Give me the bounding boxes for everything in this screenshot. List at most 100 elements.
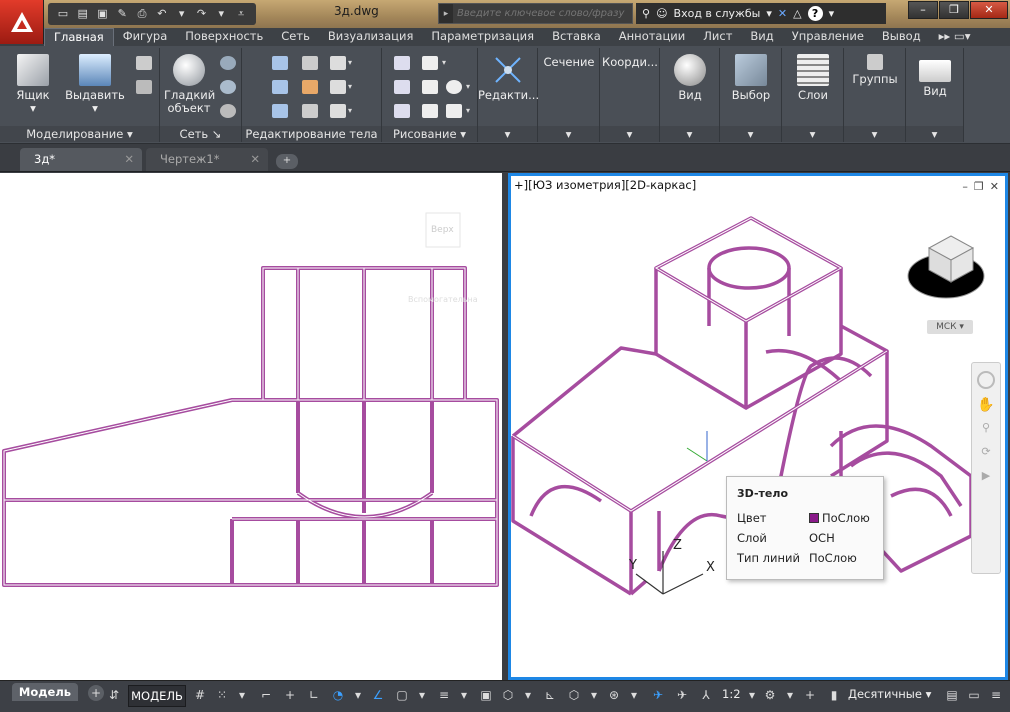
workspace-icon[interactable]: ⚙ [762,687,778,703]
signin-button[interactable]: Вход в службы [674,7,761,20]
union-icon[interactable] [272,56,288,70]
panel-coordinates[interactable]: Коорди... ▾ [600,48,660,142]
tab-manage[interactable]: Управление [783,28,873,46]
tab-shape[interactable]: Фигура [114,28,177,46]
gizmo-status-icon[interactable]: ⊛ [606,687,622,703]
selection-cycling-icon[interactable]: ⬡ [500,687,516,703]
osnap-dropdown-icon[interactable]: ▾ [414,687,430,703]
infer-icon[interactable]: ⌐ [258,687,274,703]
close-icon[interactable]: ✕ [970,1,1008,19]
panel-layers[interactable]: Слои ▾ [782,48,844,142]
annotation-scale-icon[interactable]: ⅄ [698,687,714,703]
open-icon[interactable]: ▤ [74,6,92,22]
tab-surface[interactable]: Поверхность [176,28,272,46]
polar-dropdown-icon[interactable]: ▾ [350,687,366,703]
subtract-icon[interactable] [272,80,288,94]
solid-edit-panel-label[interactable]: Редактирование тела ▾ [242,126,381,157]
arc-dropdown-icon[interactable]: ▾ [442,58,446,67]
tab-insert[interactable]: Вставка [543,28,610,46]
gizmo-dropdown-icon[interactable]: ▾ [626,687,642,703]
circle-icon[interactable] [446,80,462,94]
wcs-dropdown[interactable]: МСК ▾ [927,320,973,334]
filter-dropdown-icon[interactable]: ▾ [586,687,602,703]
snap-icon[interactable]: ⁙ [214,687,230,703]
transparency-icon[interactable]: ▣ [478,687,494,703]
groups-dropdown-icon[interactable]: ▾ [844,126,905,142]
thicken-icon[interactable] [302,104,318,118]
customize-qat-icon[interactable]: ⩡ [232,6,250,22]
smooth-object-button[interactable]: Гладкий объект [164,54,215,115]
view-dropdown-icon[interactable]: ▾ [660,126,719,142]
workspace-dropdown-icon[interactable]: ▾ [782,687,798,703]
dynamic-input-icon[interactable]: + [282,687,298,703]
steering-wheel-icon[interactable] [977,371,995,389]
ellipse-icon[interactable] [446,104,462,118]
right-viewport[interactable]: +][ЮЗ изометрия][2D-каркас] – ❐ ✕ Z X Y … [508,173,1008,680]
panel-groups[interactable]: Группы ▾ [844,48,906,142]
search-input[interactable] [453,4,632,23]
scale-dropdown-icon[interactable]: ▾ [744,687,760,703]
rectangle-icon[interactable] [422,104,438,118]
undo-icon[interactable]: ↶ [153,6,171,22]
minimize-icon[interactable]: – [908,1,938,19]
redo-icon[interactable]: ↷ [193,6,211,22]
annotation-visibility-icon[interactable]: ✈ [650,687,666,703]
quick-properties-icon[interactable]: ▤ [944,687,960,703]
annotation-monitor-icon[interactable]: + [802,687,818,703]
close-tab-icon[interactable]: ✕ [124,148,134,170]
modify-panel-dropdown-icon[interactable]: ▾ [478,126,537,142]
doc-tab-drawing1[interactable]: Чертеж1* ✕ [146,148,268,171]
object-snap-icon[interactable]: ▢ [394,687,410,703]
layout-tabs-menu-icon[interactable]: ⇵ [106,687,122,703]
line-icon[interactable] [422,80,438,94]
draw-panel-label[interactable]: Рисование ▾ [382,126,477,142]
application-menu-button[interactable] [0,0,44,44]
units-selector[interactable]: Десятичные ▾ [848,687,931,701]
print-icon[interactable]: ⎙ [133,6,151,22]
tab-layout[interactable]: Лист [694,28,741,46]
panel-section[interactable]: Сечение ▾ [538,48,600,142]
view2-dropdown-icon[interactable]: ▾ [906,126,963,142]
panel-view2[interactable]: Вид ▾ [906,48,964,142]
help-icon[interactable]: ? [807,6,823,21]
modeling-panel-label[interactable]: Моделирование ▾ [0,126,159,142]
mesh-refine-icon[interactable] [220,104,236,118]
binoculars-icon[interactable]: ⚲ [642,7,650,20]
clean-screen-icon[interactable]: ▭ [966,687,982,703]
restore-icon[interactable]: ❐ [939,1,969,19]
tab-parametric[interactable]: Параметризация [422,28,543,46]
lineweight-dropdown-icon[interactable]: ▾ [456,687,472,703]
tab-output[interactable]: Вывод [873,28,930,46]
model-tab[interactable]: Модель [12,683,78,701]
tab-visualize[interactable]: Визуализация [319,28,423,46]
intersect-icon[interactable] [272,104,288,118]
new-tab-button[interactable]: + [276,154,298,169]
save-icon[interactable]: ▣ [94,6,112,22]
save-as-icon[interactable]: ✎ [113,6,131,22]
redo-dropdown-icon[interactable]: ▾ [212,6,230,22]
spline-icon[interactable] [394,80,410,94]
extrude-faces-icon[interactable] [330,80,346,94]
isolate-icon[interactable]: ▮ [826,687,842,703]
snap-dropdown-icon[interactable]: ▾ [234,687,250,703]
undo-dropdown-icon[interactable]: ▾ [173,6,191,22]
tab-home[interactable]: Главная [44,28,114,46]
solid-edit-dropdown-icon[interactable]: ▾ [348,58,352,67]
3d-osnap-dropdown-icon[interactable]: ▾ [520,687,536,703]
faces-dropdown-icon[interactable]: ▾ [348,82,352,91]
box-button[interactable]: Ящик ▾ [8,54,58,115]
more-tabs-icon[interactable]: ▸▸ ▭▾ [930,28,980,46]
panel-modify[interactable]: Редакти... ▾ [478,48,539,142]
a360-icon[interactable]: △ [793,7,801,20]
polyline-icon[interactable] [394,56,410,70]
customization-icon[interactable]: ≡ [988,687,1004,703]
mesh-smooth-icon[interactable] [220,80,236,94]
panel-selection[interactable]: Выбор ▾ [720,48,782,142]
section-dropdown-icon[interactable]: ▾ [538,126,599,142]
selection-dropdown-icon[interactable]: ▾ [720,126,781,142]
exchange-icon[interactable]: ✕ [778,7,787,20]
left-viewport[interactable]: Верх Вспомогательная [0,173,502,680]
isodraft-icon[interactable]: ∠ [370,687,386,703]
polygon-icon[interactable] [394,104,410,118]
help-dropdown-icon[interactable]: ▾ [829,7,835,20]
